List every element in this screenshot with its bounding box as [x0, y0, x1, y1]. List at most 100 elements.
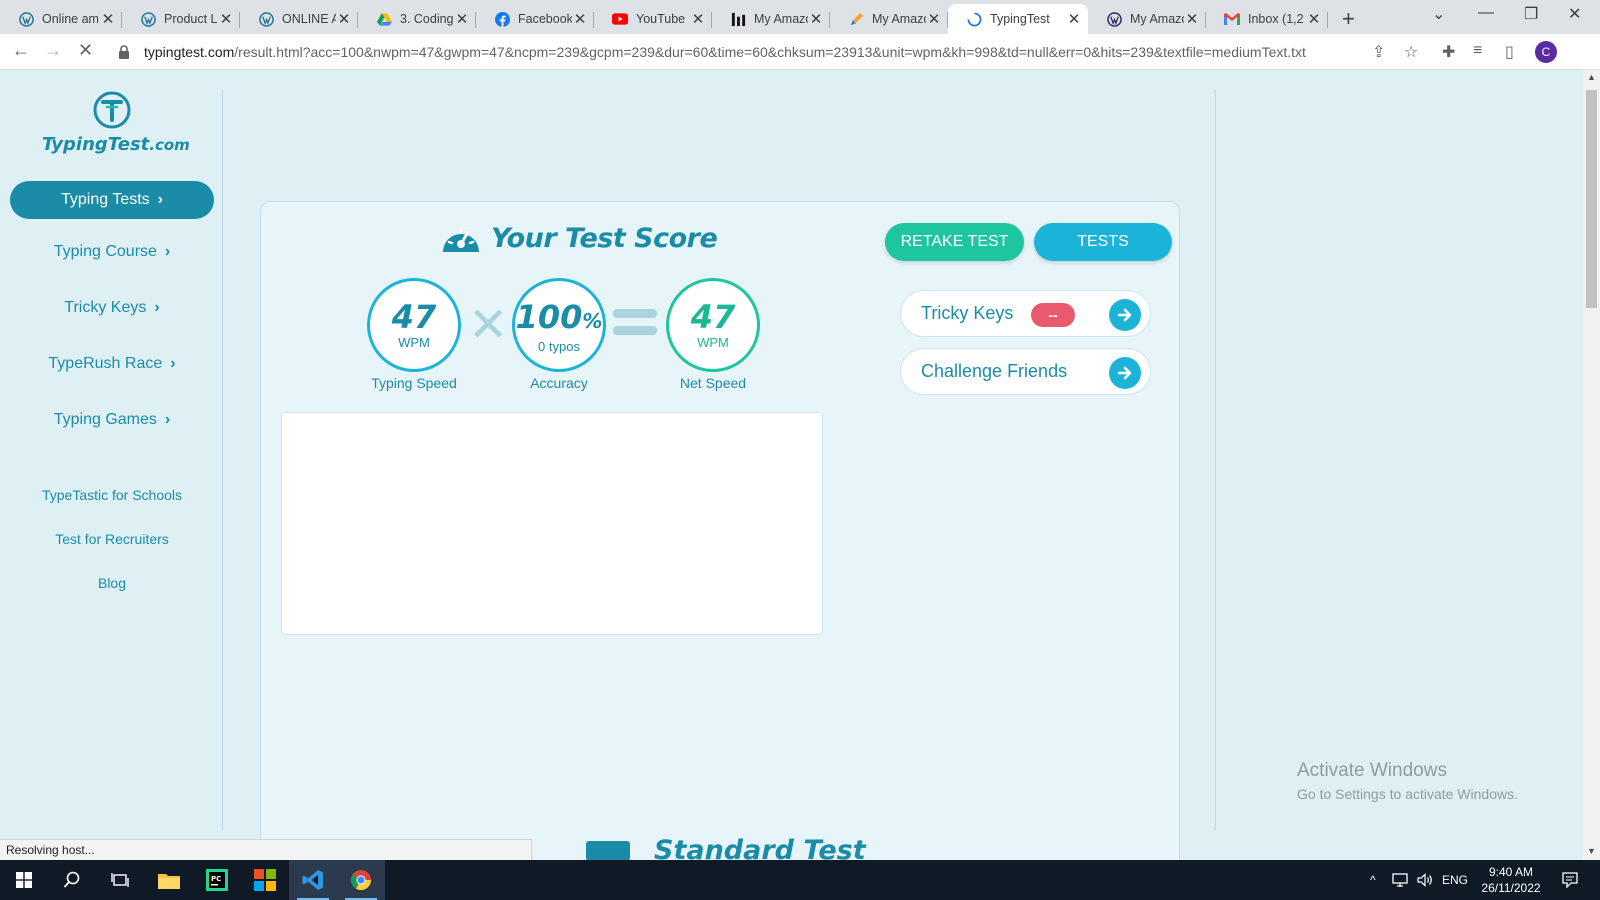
system-clock[interactable]: 9:40 AM 26/11/2022: [1466, 864, 1556, 896]
show-hidden-icons[interactable]: ^: [1370, 860, 1376, 900]
close-icon[interactable]: ✕: [218, 10, 234, 28]
speedometer-icon: [439, 220, 483, 256]
browser-tab[interactable]: 3. Coding ✕: [358, 4, 476, 34]
task-view-icon[interactable]: [96, 860, 144, 900]
lock-icon[interactable]: [118, 45, 132, 59]
net-speed-circle: 47 WPM: [666, 278, 760, 372]
browser-tab[interactable]: Online am ✕: [0, 4, 122, 34]
accuracy-circle: 100% 0 typos: [512, 278, 606, 372]
close-icon[interactable]: ✕: [690, 10, 706, 28]
chevron-right-icon: ›: [157, 191, 163, 208]
network-icon[interactable]: [1392, 860, 1408, 900]
volume-icon[interactable]: [1417, 860, 1433, 900]
keyboard-icon: [586, 840, 630, 860]
close-icon[interactable]: ✕: [1184, 10, 1200, 28]
wordpress-icon: [18, 11, 34, 27]
browser-tab[interactable]: Product Lis ✕: [122, 4, 240, 34]
close-icon[interactable]: ✕: [336, 10, 352, 28]
pen-icon: [848, 11, 864, 27]
wordpress-icon: [140, 11, 156, 27]
pycharm-icon[interactable]: PC: [193, 860, 241, 900]
url-path: /result.html?acc=100&nwpm=47&gwpm=47&ncp…: [234, 44, 1306, 60]
nav-typerush-race[interactable]: TypeRush Race ›: [10, 355, 214, 373]
bookmark-star-icon[interactable]: ☆: [1404, 42, 1418, 62]
microsoft-store-icon[interactable]: [241, 860, 289, 900]
link-typetastic-schools[interactable]: TypeTastic for Schools: [10, 487, 214, 503]
accuracy-label: Accuracy: [530, 375, 588, 391]
scroll-up-icon[interactable]: ▲: [1587, 72, 1596, 82]
close-icon[interactable]: ✕: [808, 10, 824, 28]
score-title: Your Test Score: [439, 220, 718, 256]
media-controls-icon[interactable]: ≡: [1473, 42, 1482, 60]
arrow-right-icon[interactable]: [1109, 357, 1141, 389]
tab-search-icon[interactable]: ⌄: [1432, 4, 1445, 24]
chrome-icon[interactable]: [337, 860, 385, 900]
facebook-icon: [494, 11, 510, 27]
scroll-down-icon[interactable]: ▼: [1587, 846, 1596, 856]
windows-taskbar: PC ^ ENG 9:40 AM 26/11/2022: [0, 860, 1600, 900]
close-icon[interactable]: ✕: [572, 10, 588, 28]
browser-tab[interactable]: Facebook ✕: [476, 4, 594, 34]
browser-tab-active[interactable]: TypingTest ✕: [948, 4, 1088, 34]
profile-avatar[interactable]: C: [1535, 41, 1557, 63]
nav-typing-games[interactable]: Typing Games ›: [10, 411, 214, 429]
forward-icon[interactable]: →: [44, 40, 62, 61]
wordpress-icon: [258, 11, 274, 27]
browser-tab[interactable]: My Amazo ✕: [712, 4, 830, 34]
content-divider: [1215, 90, 1216, 830]
retake-test-button[interactable]: RETAKE TEST: [885, 223, 1024, 261]
typingtest-logo-icon: [92, 90, 132, 130]
nav-tricky-keys[interactable]: Tricky Keys ›: [10, 299, 214, 317]
vscode-icon[interactable]: [289, 860, 337, 900]
page-scrollbar[interactable]: ▲ ▼: [1583, 70, 1600, 860]
nav-typing-course[interactable]: Typing Course ›: [10, 243, 214, 261]
challenge-friends-card[interactable]: Challenge Friends: [900, 348, 1151, 395]
tricky-keys-card[interactable]: Tricky Keys --: [900, 290, 1151, 337]
close-icon[interactable]: ✕: [454, 10, 470, 28]
language-indicator[interactable]: ENG: [1442, 860, 1468, 900]
share-icon[interactable]: ⇪: [1372, 42, 1385, 62]
notification-icon[interactable]: [1562, 860, 1578, 900]
back-icon[interactable]: ←: [12, 40, 30, 61]
close-icon[interactable]: ✕: [100, 10, 116, 28]
side-panel-icon[interactable]: ▯: [1505, 42, 1514, 62]
close-icon[interactable]: ✕: [926, 10, 942, 28]
loading-spinner-icon: [966, 11, 982, 27]
link-test-recruiters[interactable]: Test for Recruiters: [10, 531, 214, 547]
tests-button[interactable]: TESTS: [1034, 223, 1172, 261]
scrollbar-thumb[interactable]: [1586, 90, 1597, 308]
browser-tab[interactable]: YouTube ✕: [594, 4, 712, 34]
svg-text:PC: PC: [211, 875, 221, 883]
address-bar[interactable]: typingtest.com/result.html?acc=100&nwpm=…: [108, 38, 1408, 66]
browser-tab[interactable]: My Amazo ✕: [830, 4, 948, 34]
browser-tab[interactable]: ONLINE AI ✕: [240, 4, 358, 34]
minimize-icon[interactable]: —: [1478, 4, 1494, 22]
search-icon[interactable]: [48, 860, 96, 900]
equals-icon: [613, 300, 657, 348]
close-window-icon[interactable]: ✕: [1568, 4, 1581, 24]
new-tab-icon[interactable]: +: [1342, 6, 1355, 32]
address-toolbar: ← → ✕ typingtest.com/result.html?acc=100…: [0, 34, 1600, 70]
sidebar-divider: [222, 90, 223, 830]
windows-start-icon[interactable]: [0, 860, 48, 900]
extensions-icon[interactable]: ✚: [1442, 42, 1455, 62]
browser-tab[interactable]: My Amazo ✕: [1088, 4, 1206, 34]
standard-test-heading: Standard Test: [586, 835, 866, 860]
chevron-right-icon: ›: [164, 243, 171, 260]
typing-speed-label: Typing Speed: [371, 375, 457, 391]
nav-typing-tests[interactable]: Typing Tests ›: [10, 181, 214, 219]
site-logo[interactable]: TypingTest.com: [42, 90, 190, 155]
close-icon[interactable]: ✕: [1066, 10, 1082, 28]
arrow-right-icon[interactable]: [1109, 299, 1141, 331]
close-icon[interactable]: ✕: [1306, 10, 1322, 28]
tricky-keys-badge: --: [1031, 303, 1075, 327]
wordpress-icon: [1106, 11, 1122, 27]
url-host: typingtest.com: [144, 44, 235, 60]
restore-icon[interactable]: ❐: [1524, 4, 1538, 24]
chevron-right-icon: ›: [170, 355, 176, 372]
file-explorer-icon[interactable]: [145, 860, 193, 900]
link-blog[interactable]: Blog: [10, 575, 214, 591]
stop-loading-icon[interactable]: ✕: [78, 40, 93, 61]
browser-tab[interactable]: Inbox (1,2 ✕: [1206, 4, 1328, 34]
activate-windows-watermark: Activate Windows Go to Settings to activ…: [1297, 760, 1518, 802]
